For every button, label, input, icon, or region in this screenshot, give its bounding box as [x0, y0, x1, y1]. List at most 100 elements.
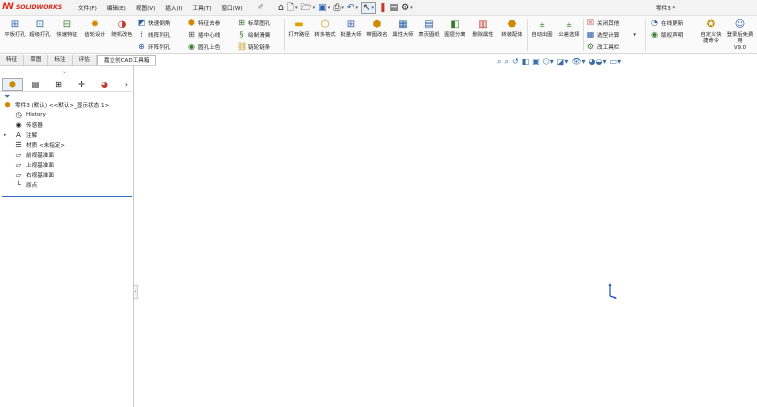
display-style-icon[interactable]: ◪▾: [557, 57, 569, 66]
document-title: 零件3 *: [656, 6, 676, 12]
edit-toolbar-button[interactable]: ⚙ 改工具栏: [586, 42, 619, 51]
tab-annotation[interactable]: 标注: [48, 55, 73, 65]
flat-punch-button[interactable]: ⊞ 平板打孔: [2, 18, 28, 38]
panel-expand-handle[interactable]: ⌄: [62, 68, 67, 75]
tree-item-material[interactable]: ☰ 材质 <未指定>: [0, 140, 134, 150]
copyright-button[interactable]: ◉ 版权声明: [650, 30, 683, 39]
print-button[interactable]: ⎙ ▾: [333, 2, 344, 14]
folder-icon: ▬: [294, 18, 304, 30]
menu-window[interactable]: 窗口(W): [221, 4, 242, 12]
menu-tools[interactable]: 工具(T): [192, 4, 211, 12]
button-label: 齿轮设计: [84, 32, 106, 38]
linear-array-hole-button[interactable]: ⁞ 线阵列孔: [137, 30, 170, 39]
tree-item-sensors[interactable]: ◉ 传感器: [0, 120, 134, 130]
sketch-hole-button[interactable]: ⊞ 标草图孔: [237, 18, 270, 27]
dynamic-annotation-icon[interactable]: ▣: [532, 57, 540, 66]
tree-item-label: 前视基准面: [26, 153, 54, 159]
tree-item-annotations[interactable]: ▸ A 注解: [0, 130, 134, 140]
expand-arrow-icon[interactable]: ▸: [4, 132, 7, 138]
pin-menu-icon[interactable]: ✐: [258, 3, 264, 11]
button-label: 随机改色: [111, 32, 133, 38]
open-path-button[interactable]: ▬ 打开路径: [286, 18, 312, 38]
appearance-icon[interactable]: ◕◒▾: [589, 57, 607, 66]
circular-array-hole-button[interactable]: ⊕ 环阵列孔: [137, 42, 170, 51]
display-manager-tab[interactable]: ◕: [94, 78, 115, 91]
tolerance-select-button[interactable]: ± 公差选择: [556, 18, 582, 39]
properties-master-button[interactable]: ▦ 属性大师: [390, 18, 416, 38]
new-document-button[interactable]: 🗋 ▾: [287, 2, 298, 14]
display-manager-icon: ◕: [101, 79, 108, 89]
tab-evaluate[interactable]: 评估: [73, 55, 97, 65]
history-icon: ◷: [15, 111, 22, 119]
menu-edit[interactable]: 编辑(E): [107, 4, 126, 12]
panel-collapse-handle[interactable]: ‹: [133, 285, 138, 299]
configuration-manager-tab[interactable]: ⊞: [48, 78, 69, 91]
property-manager-tab[interactable]: ▤: [25, 78, 46, 91]
selection-calc-button[interactable]: ▦ 选型计算 ▾: [586, 30, 636, 39]
select-button[interactable]: ↖ ▾: [360, 2, 377, 14]
tab-sketch[interactable]: 草图: [24, 55, 49, 65]
gear-design-button[interactable]: ✹ 齿轮设计: [82, 18, 108, 38]
chamfer-icon: ◩: [137, 18, 146, 27]
tree-item-history[interactable]: ◷ History: [0, 110, 134, 120]
chevron-down-icon[interactable]: ▾: [633, 32, 636, 38]
insert-centerline-button[interactable]: ⊞ 插中心线: [187, 30, 220, 39]
sprocket-chain-button[interactable]: ⛓ 链轮链条: [237, 42, 270, 51]
tree-item-front-plane[interactable]: ▱ 前视基准面: [0, 150, 134, 160]
circular-array-icon: ⊕: [138, 42, 145, 51]
view-orientation-icon[interactable]: ⬡▾: [543, 57, 554, 66]
zoom-to-fit-icon[interactable]: ⌕: [497, 57, 501, 66]
tab-features[interactable]: 特征: [0, 55, 25, 65]
random-color-button[interactable]: ◑ 随机改色: [109, 18, 135, 38]
section-view-icon[interactable]: ◧: [522, 57, 530, 66]
home-icon[interactable]: ⌂: [278, 2, 284, 14]
quick-feature-button[interactable]: ⊟ 快速特征: [54, 18, 80, 38]
remove-feature-params-button[interactable]: ⬢ 特征去参: [187, 18, 220, 27]
auto-drawing-button[interactable]: ± 自动出图: [529, 18, 555, 39]
batch-master-button[interactable]: ⊞ 批量大师: [338, 18, 364, 38]
hole-color-button[interactable]: ◉ 圆孔上色: [187, 42, 220, 51]
delete-property-button[interactable]: ▥ 删除属性: [470, 18, 496, 38]
undo-button[interactable]: ↶ ▾: [347, 2, 358, 14]
chevron-right-icon[interactable]: ›: [125, 80, 128, 89]
chain-icon: ⛓: [237, 42, 248, 51]
solidworks-logo[interactable]: ꟿ SOLIDWORKS: [2, 3, 62, 12]
rename-with-drawing-button[interactable]: ⬢ 带图改名: [364, 18, 390, 38]
dimxpert-manager-tab[interactable]: ✛: [71, 78, 92, 91]
hide-show-icon[interactable]: 👁▾: [571, 57, 585, 66]
tree-item-label: 右视基准面: [26, 173, 54, 179]
feature-manager-tab[interactable]: ⬢: [2, 77, 23, 91]
tree-root-part[interactable]: ⬢ 零件3 (默认) <<默认>_显示状态 1>: [0, 100, 134, 110]
custom-shortcut-button[interactable]: ✪ 自定义快捷命令: [699, 18, 723, 44]
open-button[interactable]: 🗁 ▾: [300, 2, 315, 14]
layer-separation-button[interactable]: ◧ 图层分离: [442, 18, 468, 38]
quick-chamfer-button[interactable]: ◩ 快速倒角: [137, 18, 171, 27]
draw-spring-button[interactable]: § 绘制滑簧: [237, 30, 271, 39]
to-assembly-button[interactable]: ⬣ 转装配体: [499, 18, 525, 38]
tree-item-label: 原点: [26, 183, 38, 189]
options-button[interactable]: ⚙ ▾: [401, 2, 413, 14]
tab-jlc-cad-toolbox[interactable]: 嘉立创CAD工具箱: [96, 55, 157, 65]
close-others-button[interactable]: ☒ 关闭其他: [586, 18, 619, 27]
traffic-light-icon[interactable]: ❚: [379, 2, 387, 14]
menu-view[interactable]: 视图(V): [136, 4, 155, 12]
super-punch-button[interactable]: ⊡ 超级打孔: [27, 18, 53, 38]
online-update-button[interactable]: ◔ 在线更新: [650, 18, 683, 27]
menu-file[interactable]: 文件(F): [78, 4, 97, 12]
button-label: 快速特征: [56, 32, 78, 38]
menu-insert[interactable]: 插入(I): [165, 4, 182, 12]
sheet-drawing-button[interactable]: ▤ 表页图纸: [416, 18, 442, 38]
gear-icon: ✹: [90, 18, 100, 30]
login-button[interactable]: ☺ 登录后免费用 V9.0: [726, 18, 754, 51]
tree-item-right-plane[interactable]: ▱ 右视基准面: [0, 170, 134, 180]
cube-icon: ⬢: [188, 18, 195, 27]
monitor-icon[interactable]: ▭▾: [610, 57, 622, 66]
zoom-area-icon[interactable]: ⌕: [504, 57, 508, 66]
file-properties-icon[interactable]: ▤: [390, 2, 399, 14]
tree-item-origin[interactable]: └ 原点: [0, 180, 134, 190]
convert-format-button[interactable]: ⬡ 转多格式: [312, 18, 338, 38]
save-button[interactable]: ▣ ▾: [318, 2, 330, 14]
tree-item-top-plane[interactable]: ▱ 上视基准面: [0, 160, 134, 170]
previous-view-icon[interactable]: ↺: [512, 57, 519, 66]
rollback-bar[interactable]: [2, 196, 132, 197]
